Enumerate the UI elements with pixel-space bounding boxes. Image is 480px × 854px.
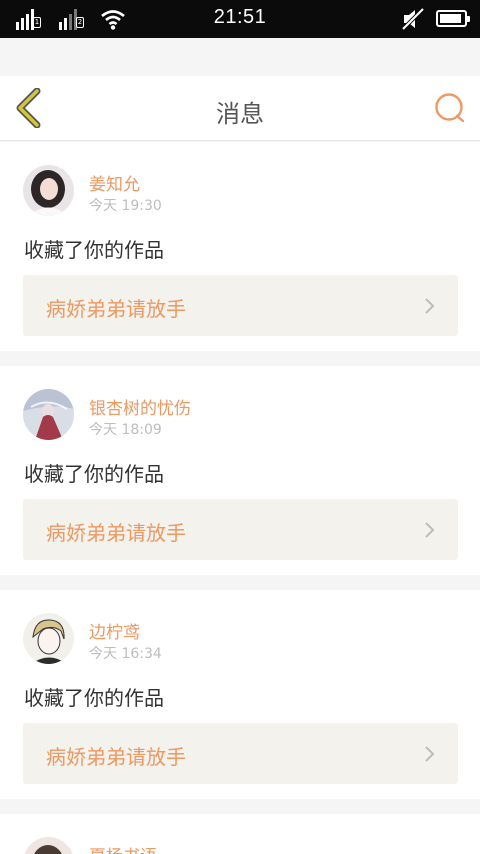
nav-bar: 消息 [0, 76, 480, 141]
status-bar: 1 2 21:51 [0, 0, 480, 38]
user-name[interactable]: 银杏树的忧伤 [89, 394, 191, 419]
message-text: 收藏了你的作品 [24, 238, 164, 262]
work-title: 病娇弟弟请放手 [46, 745, 186, 769]
chevron-right-icon [425, 522, 435, 538]
work-link[interactable]: 病娇弟弟请放手 [23, 275, 458, 336]
avatar[interactable] [23, 613, 74, 664]
chevron-right-icon [425, 298, 435, 314]
page-title: 消息 [216, 100, 264, 128]
message-item[interactable]: 银杏树的忧伤 今天 18:09 收藏了你的作品 病娇弟弟请放手 [0, 366, 480, 575]
mute-icon [401, 8, 425, 30]
user-name[interactable]: 姜知允 [89, 170, 140, 195]
avatar[interactable] [23, 165, 74, 216]
chevron-right-icon [425, 746, 435, 762]
battery-icon [436, 10, 470, 27]
work-link[interactable]: 病娇弟弟请放手 [23, 723, 458, 784]
message-item[interactable]: 姜知允 今天 19:30 收藏了你的作品 病娇弟弟请放手 [0, 142, 480, 351]
message-time: 今天 19:30 [89, 198, 162, 214]
message-list: 姜知允 今天 19:30 收藏了你的作品 病娇弟弟请放手 银杏树的忧伤 今天 1… [0, 142, 480, 854]
user-name[interactable]: 边柠鸢 [89, 618, 140, 643]
message-item[interactable]: 边柠鸢 今天 16:34 收藏了你的作品 病娇弟弟请放手 [0, 590, 480, 799]
message-text: 收藏了你的作品 [24, 462, 164, 486]
work-title: 病娇弟弟请放手 [46, 521, 186, 545]
work-title: 病娇弟弟请放手 [46, 297, 186, 321]
battery-level [440, 14, 461, 23]
avatar[interactable] [23, 389, 74, 440]
message-item[interactable]: 夏杨书语 [0, 814, 480, 854]
message-time: 今天 18:09 [89, 422, 162, 438]
avatar[interactable] [23, 837, 74, 854]
work-link[interactable]: 病娇弟弟请放手 [23, 499, 458, 560]
user-name[interactable]: 夏杨书语 [89, 842, 157, 854]
chat-bubble-icon[interactable] [432, 90, 468, 126]
message-time: 今天 16:34 [89, 646, 162, 662]
message-text: 收藏了你的作品 [24, 686, 164, 710]
